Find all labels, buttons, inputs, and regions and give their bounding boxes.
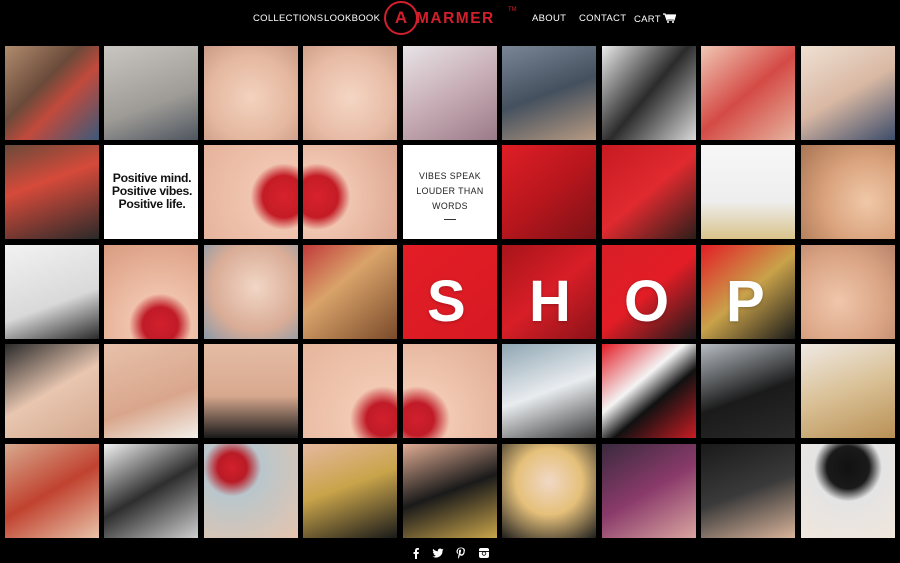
- photo-tile[interactable]: [204, 46, 298, 140]
- photo-tile[interactable]: [801, 344, 895, 438]
- photo-tile[interactable]: [204, 245, 298, 339]
- cart-icon: [662, 13, 676, 23]
- logo-wordmark: MARMER: [416, 10, 495, 27]
- photo-tile[interactable]: [602, 145, 696, 239]
- photo-tile[interactable]: [502, 145, 596, 239]
- photo-tile[interactable]: [502, 344, 596, 438]
- photo-tile[interactable]: [701, 344, 795, 438]
- photo-tile[interactable]: [403, 444, 497, 538]
- quote-line: Positive life.: [118, 197, 186, 211]
- photo-tile[interactable]: [701, 46, 795, 140]
- photo-tile[interactable]: [801, 444, 895, 538]
- pinterest-icon[interactable]: [455, 547, 467, 559]
- nav-about[interactable]: ABOUT: [532, 13, 566, 24]
- photo-tile[interactable]: [303, 344, 397, 438]
- photo-tile[interactable]: [104, 46, 198, 140]
- quote-line: WORDS: [432, 201, 468, 211]
- photo-tile[interactable]: [104, 245, 198, 339]
- photo-tile[interactable]: [104, 444, 198, 538]
- photo-tile[interactable]: [104, 344, 198, 438]
- photo-tile[interactable]: [801, 145, 895, 239]
- photo-tile[interactable]: [5, 145, 99, 239]
- photo-tile[interactable]: [701, 444, 795, 538]
- photo-tile[interactable]: [303, 46, 397, 140]
- photo-tile[interactable]: [5, 245, 99, 339]
- photo-tile[interactable]: [303, 145, 397, 239]
- logo-mark: A: [394, 8, 408, 27]
- photo-tile[interactable]: [403, 344, 497, 438]
- nav-cart-label: CART: [634, 14, 661, 25]
- shop-letter[interactable]: H: [529, 268, 571, 335]
- quote-line: VIBES SPEAK: [418, 171, 482, 181]
- positive-quote: Positive mind. Positive vibes. Positive …: [106, 172, 198, 211]
- shop-letter[interactable]: S: [427, 268, 466, 335]
- nav-cart[interactable]: CART: [634, 13, 676, 25]
- photo-tile[interactable]: [5, 46, 99, 140]
- photo-tile[interactable]: [5, 344, 99, 438]
- nav-lookbook[interactable]: LOOKBOOK: [324, 13, 380, 24]
- photo-tile[interactable]: [801, 245, 895, 339]
- instagram-icon[interactable]: [478, 547, 490, 559]
- facebook-icon[interactable]: [410, 547, 422, 559]
- shop-letter[interactable]: P: [726, 268, 765, 335]
- footer-social-bar: [0, 542, 900, 563]
- photo-tile[interactable]: [403, 46, 497, 140]
- quote-line: LOUDER THAN: [416, 186, 484, 196]
- photo-tile[interactable]: [303, 245, 397, 339]
- shop-letter[interactable]: O: [624, 268, 669, 335]
- photo-tile[interactable]: [5, 444, 99, 538]
- photo-tile[interactable]: [204, 444, 298, 538]
- photo-tile[interactable]: [701, 145, 795, 239]
- photo-tile[interactable]: [602, 444, 696, 538]
- logo-trademark: TM: [508, 7, 517, 13]
- photo-tile[interactable]: [801, 46, 895, 140]
- twitter-icon[interactable]: [432, 547, 444, 559]
- nav-contact[interactable]: CONTACT: [579, 13, 626, 24]
- nav-collections[interactable]: COLLECTIONS: [253, 13, 323, 24]
- photo-tile[interactable]: [303, 444, 397, 538]
- positive-mind-tile[interactable]: Positive mind. Positive vibes. Positive …: [104, 145, 198, 239]
- photo-tile[interactable]: [502, 444, 596, 538]
- photo-tile[interactable]: [602, 344, 696, 438]
- brand-logo[interactable]: A MARMER TM: [384, 1, 518, 37]
- vibes-quote: VIBES SPEAK LOUDER THAN WORDS: [403, 169, 497, 214]
- divider: [444, 219, 456, 220]
- photo-tile[interactable]: [204, 145, 298, 239]
- photo-tile[interactable]: [502, 46, 596, 140]
- vibes-speak-tile[interactable]: VIBES SPEAK LOUDER THAN WORDS: [403, 145, 497, 239]
- top-navigation-bar: COLLECTIONS LOOKBOOK A MARMER TM ABOUT C…: [0, 0, 900, 44]
- photo-tile[interactable]: [204, 344, 298, 438]
- photo-tile[interactable]: [602, 46, 696, 140]
